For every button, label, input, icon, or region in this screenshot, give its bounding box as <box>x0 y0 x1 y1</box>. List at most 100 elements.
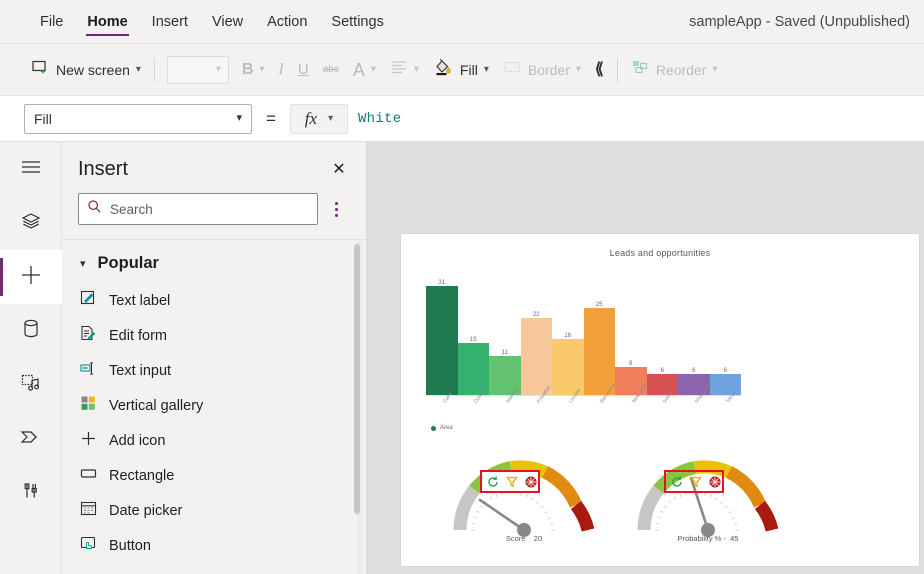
bar-column[interactable]: 22 <box>520 276 552 395</box>
list-item-add-icon[interactable]: Add icon <box>62 423 366 458</box>
menu-item-settings[interactable]: Settings <box>319 0 395 44</box>
bar-column[interactable]: 8 <box>615 276 647 395</box>
bar-column[interactable]: 11 <box>489 276 521 395</box>
font-family-select[interactable]: ▾ <box>166 55 229 84</box>
rail-item-data[interactable] <box>0 304 62 358</box>
score-gauge[interactable]: Score 20 <box>449 442 599 552</box>
focus-mode-icon[interactable] <box>525 475 537 493</box>
app-screen[interactable]: Leads and opportunities 31 15 11 22 16 2… <box>401 234 919 566</box>
menu-item-insert[interactable]: Insert <box>140 0 200 44</box>
x-axis-tick: New York <box>615 384 648 425</box>
filter-icon[interactable] <box>505 475 519 493</box>
search-input[interactable]: Search <box>78 193 318 225</box>
list-item-text-label[interactable]: Text label <box>62 283 366 318</box>
edit-form-icon <box>80 325 97 347</box>
refresh-icon[interactable] <box>487 475 499 493</box>
refresh-icon[interactable] <box>671 475 683 493</box>
gauge-icon-group <box>487 475 537 493</box>
scrollbar-thumb[interactable] <box>354 244 360 514</box>
menu-item-home[interactable]: Home <box>75 0 139 44</box>
vertical-gallery-icon <box>80 395 97 417</box>
new-screen-button[interactable]: New screen ▾ <box>24 52 148 88</box>
chevron-down-icon: ▾ <box>328 112 334 124</box>
bar[interactable] <box>709 374 741 395</box>
bar-column[interactable]: 31 <box>426 276 458 395</box>
list-item-rectangle[interactable]: Rectangle <box>62 458 366 493</box>
rail-item-insert[interactable] <box>0 250 62 304</box>
fill-button[interactable]: Fill ▾ <box>426 52 496 88</box>
x-axis-tick: Dubai <box>458 390 490 425</box>
more-options-icon[interactable] <box>322 201 350 217</box>
flow-icon <box>19 427 43 452</box>
align-button[interactable]: ▾ <box>383 52 426 88</box>
fx-button[interactable]: fx ▾ <box>289 103 348 134</box>
rail-item-menu[interactable] <box>0 142 62 196</box>
insert-panel-header: Insert ✕ <box>62 142 366 181</box>
chevron-down-icon: ▾ <box>259 63 265 75</box>
bar[interactable] <box>457 342 489 395</box>
bar[interactable] <box>646 374 678 395</box>
ribbon-toolbar: New screen ▾ ▾ B ▾ I U abc A ▾ ▾ Fill ▾ … <box>0 44 924 96</box>
group-popular[interactable]: ▾ Popular <box>62 246 366 283</box>
bar-column[interactable]: 6 <box>646 276 678 395</box>
insert-panel: Insert ✕ Search ▾ Popular Text label Edi… <box>62 142 367 574</box>
menu-item-action[interactable]: Action <box>255 0 319 44</box>
bar-column[interactable]: 6 <box>678 276 710 395</box>
add-icon <box>80 430 97 452</box>
rail-item-variables[interactable] <box>0 466 62 520</box>
x-axis-tick: Frankfurt <box>521 385 552 425</box>
score-gauge-caption: Score 20 <box>505 534 543 543</box>
powerapps-studio: File Home Insert View Action Settings sa… <box>0 0 924 574</box>
filter-icon[interactable] <box>689 475 703 493</box>
menu-item-file[interactable]: File <box>28 0 75 44</box>
new-screen-icon <box>31 58 49 81</box>
bar[interactable] <box>552 338 584 395</box>
focus-mode-icon[interactable] <box>709 475 721 493</box>
app-canvas[interactable]: Leads and opportunities 31 15 11 22 16 2… <box>367 142 924 574</box>
border-button[interactable]: Border ▾ <box>496 52 588 88</box>
menu-bar: File Home Insert View Action Settings <box>28 0 396 44</box>
fill-bucket-icon <box>433 57 453 82</box>
formula-input[interactable]: White <box>358 104 924 134</box>
chevron-down-icon: ⟪ <box>594 60 604 78</box>
bar[interactable] <box>520 318 552 395</box>
underline-button[interactable]: U <box>291 52 316 88</box>
bar-column[interactable]: 16 <box>552 276 584 395</box>
list-item-button[interactable]: Button <box>62 528 366 563</box>
rail-item-media[interactable] <box>0 358 62 412</box>
italic-icon: I <box>278 60 284 78</box>
divider <box>153 57 155 82</box>
ribbon-expand-button[interactable]: ⟪ <box>588 52 611 88</box>
list-item-text-input[interactable]: Text input <box>62 353 366 388</box>
left-icon-rail <box>0 142 62 574</box>
chevron-down-icon: ▾ <box>413 63 419 75</box>
property-select-value: Fill <box>34 110 52 127</box>
gauge-icon-group <box>671 475 721 493</box>
bar[interactable] <box>426 286 458 395</box>
bold-button[interactable]: B ▾ <box>235 52 272 88</box>
probability-gauge[interactable]: Probability % - 45 <box>633 442 783 552</box>
list-item-date-picker[interactable]: Date picker <box>62 493 366 528</box>
strikethrough-icon: abc <box>322 63 339 75</box>
bar-column[interactable]: 6 <box>709 276 741 395</box>
rail-item-power-automate[interactable] <box>0 412 62 466</box>
list-item-vertical-gallery[interactable]: Vertical gallery <box>62 388 366 423</box>
rail-item-tree-view[interactable] <box>0 196 62 250</box>
bar-chart[interactable]: 31 15 11 22 16 25 8 6 6 6 <box>426 276 741 396</box>
x-axis-tick: London <box>552 387 584 425</box>
bar-column[interactable]: 15 <box>457 276 489 395</box>
scrollbar-track[interactable] <box>354 240 363 574</box>
strikethrough-button[interactable]: abc <box>316 52 346 88</box>
reorder-button[interactable]: Reorder ▾ <box>624 52 725 88</box>
button-icon <box>80 535 97 557</box>
bar-value: 25 <box>595 301 603 308</box>
list-item-edit-form[interactable]: Edit form <box>62 318 366 353</box>
menu-item-view[interactable]: View <box>200 0 255 44</box>
close-icon[interactable]: ✕ <box>328 158 350 180</box>
bar[interactable] <box>583 307 615 395</box>
italic-button[interactable]: I <box>272 52 291 88</box>
x-axis-tick: Tokyo <box>710 390 742 425</box>
bar-column[interactable]: 25 <box>583 276 615 395</box>
property-select[interactable]: Fill ▾ <box>24 103 252 134</box>
font-color-button[interactable]: A ▾ <box>346 52 383 88</box>
